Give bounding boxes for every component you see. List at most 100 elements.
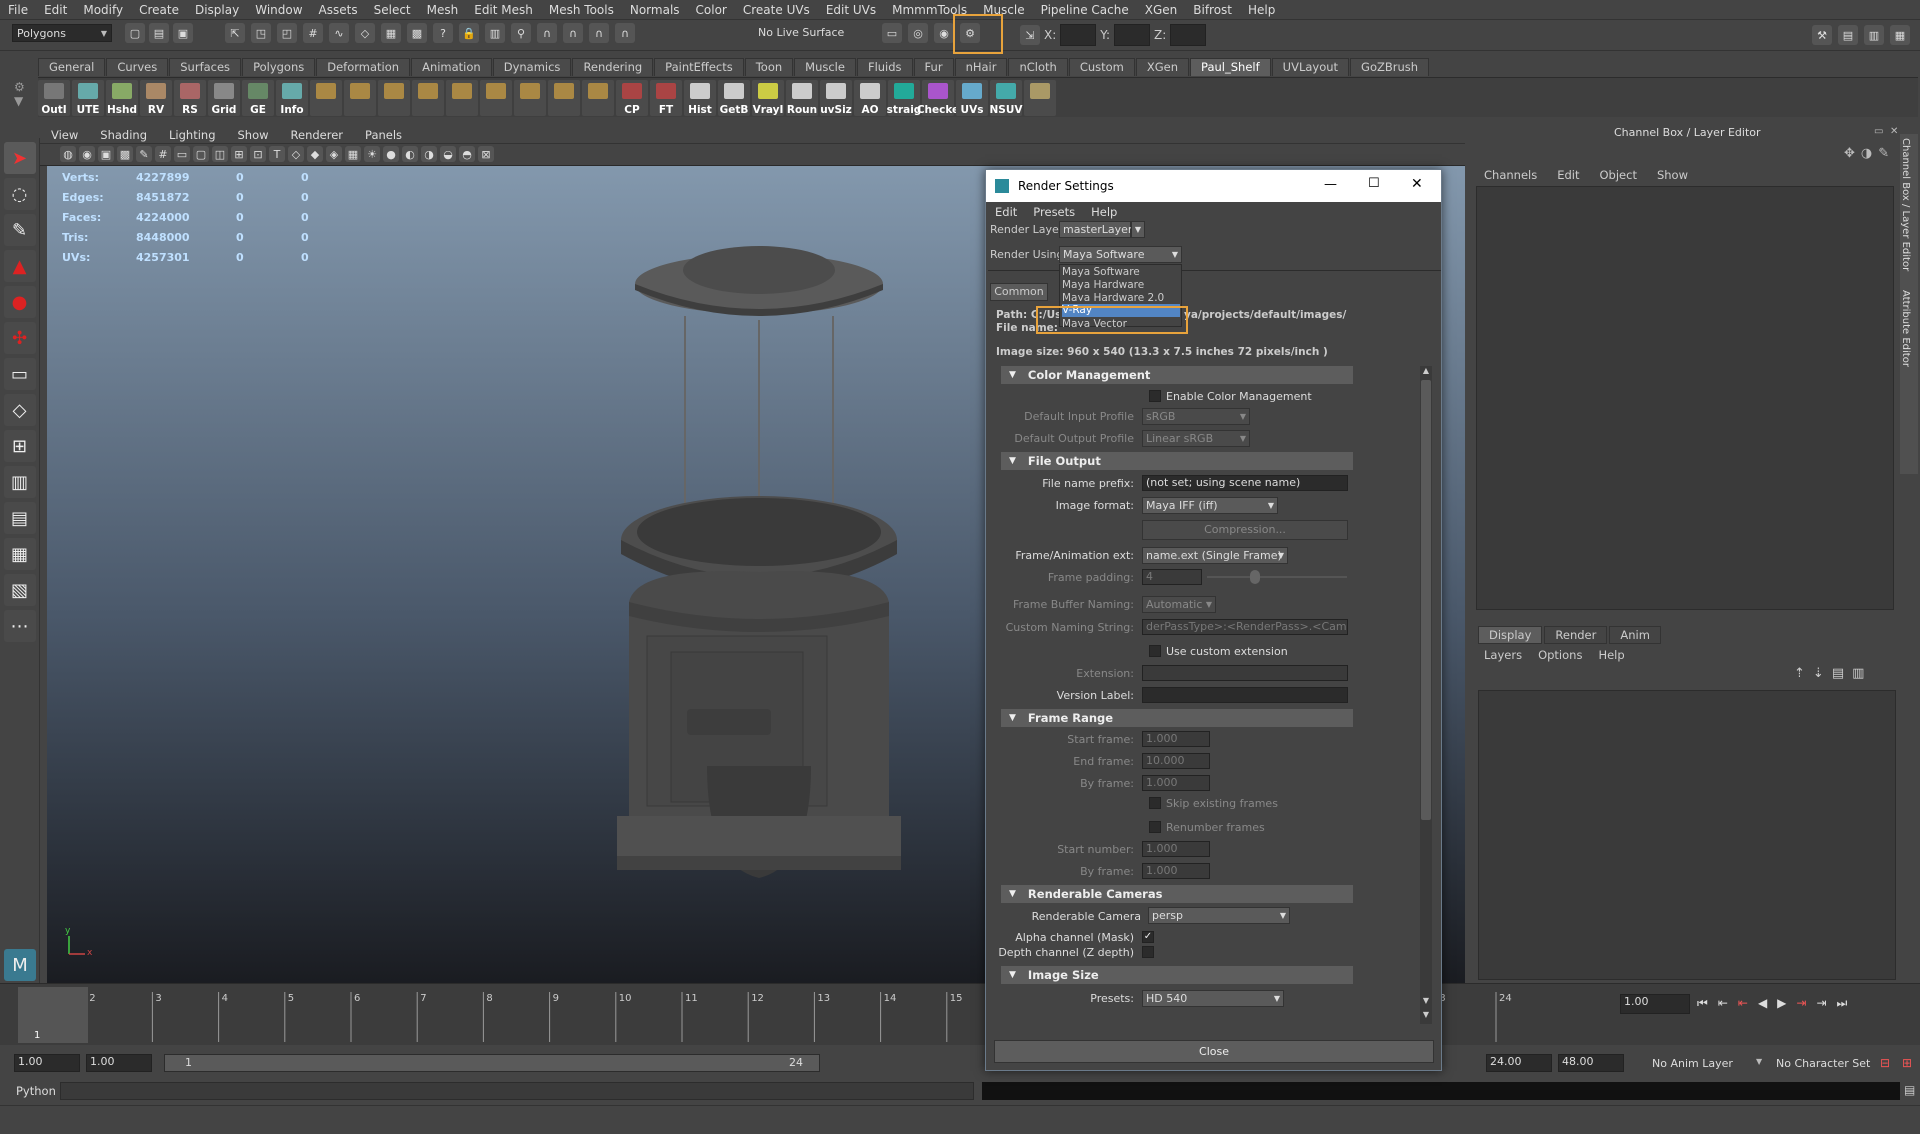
menu-edit-mesh[interactable]: Edit Mesh [466, 3, 541, 17]
scroll-down-icon[interactable]: ▼ [1420, 996, 1432, 1008]
start-time-field[interactable]: 1.00 [14, 1054, 80, 1072]
renderable-camera-dropdown[interactable]: persp ▼ [1148, 907, 1290, 924]
shelf-tab-xgen[interactable]: XGen [1135, 58, 1190, 76]
xray-icon[interactable]: ◓ [459, 146, 475, 162]
file-prefix-input[interactable]: (not set; using scene name) [1142, 475, 1348, 491]
bookmark-icon[interactable]: ▣ [98, 146, 114, 162]
wireframe-on-shaded-icon[interactable]: ◈ [326, 146, 342, 162]
shelf-button-rv[interactable]: RV [140, 79, 172, 116]
shelf-button-vrayi[interactable]: VrayI [752, 79, 784, 116]
dialog-menu-presets[interactable]: Presets [1033, 205, 1075, 219]
shelf-button-rs[interactable]: RS [174, 79, 206, 116]
shelf-tab-polygons[interactable]: Polygons [242, 58, 316, 76]
shelf-button-ute[interactable]: UTE [72, 79, 104, 116]
use-all-lights-icon[interactable]: ☀ [364, 146, 380, 162]
range-slider[interactable]: 1 24 [164, 1054, 820, 1072]
channel-box-menu-channels[interactable]: Channels [1484, 168, 1537, 182]
save-scene-icon[interactable]: ▣ [173, 23, 193, 43]
menu-bifrost[interactable]: Bifrost [1185, 3, 1240, 17]
shelf-button-grid[interactable]: Grid [208, 79, 240, 116]
paint-select-tool-icon[interactable]: ✎ [3, 214, 36, 246]
channel-box-float-icon[interactable]: ▭ [1874, 126, 1883, 137]
new-layer-icon[interactable]: ▤ [1832, 666, 1844, 681]
auto-key-icon[interactable]: ⊟ [1880, 1056, 1890, 1070]
section-color-management[interactable]: ▼ Color Management [1001, 366, 1353, 384]
select-hierarchy-icon[interactable]: ⇱ [225, 23, 245, 43]
single-perspective-layout-icon[interactable]: ◇ [3, 394, 36, 426]
shelf-tab-rendering[interactable]: Rendering [572, 58, 654, 76]
play-forwards-icon[interactable]: ▶ [1777, 996, 1786, 1011]
new-layer-selected-icon[interactable]: ▥ [1852, 666, 1864, 681]
step-back-key-icon[interactable]: ⇤ [1718, 996, 1728, 1011]
animation-prefs-icon[interactable]: ⊞ [1902, 1056, 1912, 1070]
z-field[interactable] [1170, 24, 1207, 46]
toggle-channel-box-icon[interactable]: ▦ [1890, 25, 1910, 45]
character-set-selector[interactable]: No Character Set [1776, 1057, 1870, 1070]
live-surface-label[interactable]: No Live Surface [758, 26, 844, 39]
layer-tab-anim[interactable]: Anim [1609, 626, 1661, 644]
menu-xgen[interactable]: XGen [1137, 3, 1186, 17]
four-view-layout-icon[interactable]: ⊞ [3, 430, 36, 462]
option-maya-hardware[interactable]: Maya Hardware [1062, 279, 1144, 291]
end-time-field[interactable]: 48.00 [1558, 1054, 1624, 1072]
shelf-button-tool-9[interactable] [344, 79, 376, 116]
scale-tool-icon[interactable]: ✣ [3, 322, 36, 354]
render-using-dropdown[interactable]: Maya Software ▼ [1059, 246, 1182, 263]
shelf-button-roun[interactable]: Roun [786, 79, 818, 116]
shelf-button-tool-13[interactable] [480, 79, 512, 116]
resolution-gate-icon[interactable]: ▢ [193, 146, 209, 162]
magnet4-icon[interactable]: ∩ [615, 23, 635, 43]
channel-box-menu-edit[interactable]: Edit [1557, 168, 1579, 182]
gate-mask-icon[interactable]: ◫ [212, 146, 228, 162]
shelf-button-uvs[interactable]: UVs [956, 79, 988, 116]
shelf-button-info[interactable]: Info [276, 79, 308, 116]
select-component-icon[interactable]: ◰ [277, 23, 297, 43]
y-field[interactable] [1114, 24, 1151, 46]
shelf-tab-toon[interactable]: Toon [744, 58, 794, 76]
shelf-button-tool-11[interactable] [412, 79, 444, 116]
menu-edit[interactable]: Edit [36, 3, 75, 17]
shelf-button-tool-16[interactable] [582, 79, 614, 116]
viewport-menu-lighting[interactable]: Lighting [158, 128, 226, 142]
magnet2-icon[interactable]: ∩ [563, 23, 583, 43]
rotate-channel-icon[interactable]: ◑ [1861, 146, 1872, 161]
more-layouts-icon[interactable]: ⋯ [3, 610, 36, 642]
menu-select[interactable]: Select [366, 3, 419, 17]
shelf-tab-ncloth[interactable]: nCloth [1008, 58, 1068, 76]
absolute-transform-icon[interactable]: ⇲ [1020, 25, 1040, 45]
channel-box-menu-show[interactable]: Show [1657, 168, 1688, 182]
open-scene-icon[interactable]: ▤ [149, 23, 169, 43]
motion-blur-icon[interactable]: ◑ [421, 146, 437, 162]
menu-window[interactable]: Window [247, 3, 310, 17]
mode-selector[interactable]: Polygons ▼ [12, 24, 112, 42]
shelf-button-tool-29[interactable] [1024, 79, 1056, 116]
scroll-up-icon[interactable]: ▲ [1420, 366, 1432, 378]
film-gate-icon[interactable]: ▭ [174, 146, 190, 162]
smooth-shade-icon[interactable]: ◆ [307, 146, 323, 162]
viewport-menu-show[interactable]: Show [227, 128, 280, 142]
section-renderable-cameras[interactable]: ▼ Renderable Cameras [1001, 885, 1353, 903]
construction-icon[interactable]: ⚲ [511, 23, 531, 43]
alpha-channel-checkbox[interactable]: ✓ [1142, 931, 1154, 943]
minimize-button[interactable]: — [1324, 177, 1337, 192]
persp-graph-hypergraph-layout-icon[interactable]: ▦ [3, 538, 36, 570]
enable-color-management-checkbox[interactable] [1149, 390, 1161, 402]
playback-end-field[interactable]: 24.00 [1486, 1054, 1552, 1072]
render-view-icon[interactable]: ▭ [882, 23, 902, 43]
shelf-button-ge[interactable]: GE [242, 79, 274, 116]
shelf-button-ao[interactable]: AO [854, 79, 886, 116]
ambient-occlusion-icon[interactable]: ◐ [402, 146, 418, 162]
persp-outliner-layout-icon[interactable]: ▥ [3, 466, 36, 498]
shelf-tab-animation[interactable]: Animation [411, 58, 492, 76]
script-language-label[interactable]: Python [16, 1084, 56, 1098]
menu-display[interactable]: Display [187, 3, 247, 17]
field-chart-icon[interactable]: ⊞ [231, 146, 247, 162]
shelf-tab-paul_shelf[interactable]: Paul_Shelf [1190, 58, 1271, 76]
menu-color[interactable]: Color [688, 3, 735, 17]
step-back-frame-icon[interactable]: ⇤ [1738, 996, 1748, 1011]
channel-box-close-icon[interactable]: ✕ [1890, 126, 1898, 137]
option-maya-hardware-2[interactable]: Maya Hardware 2.0 [1062, 292, 1164, 301]
toggle-attribute-editor-icon[interactable]: ▤ [1838, 25, 1858, 45]
shelf-button-nsuv[interactable]: NSUV [990, 79, 1023, 116]
viewport-menu-renderer[interactable]: Renderer [280, 128, 355, 142]
